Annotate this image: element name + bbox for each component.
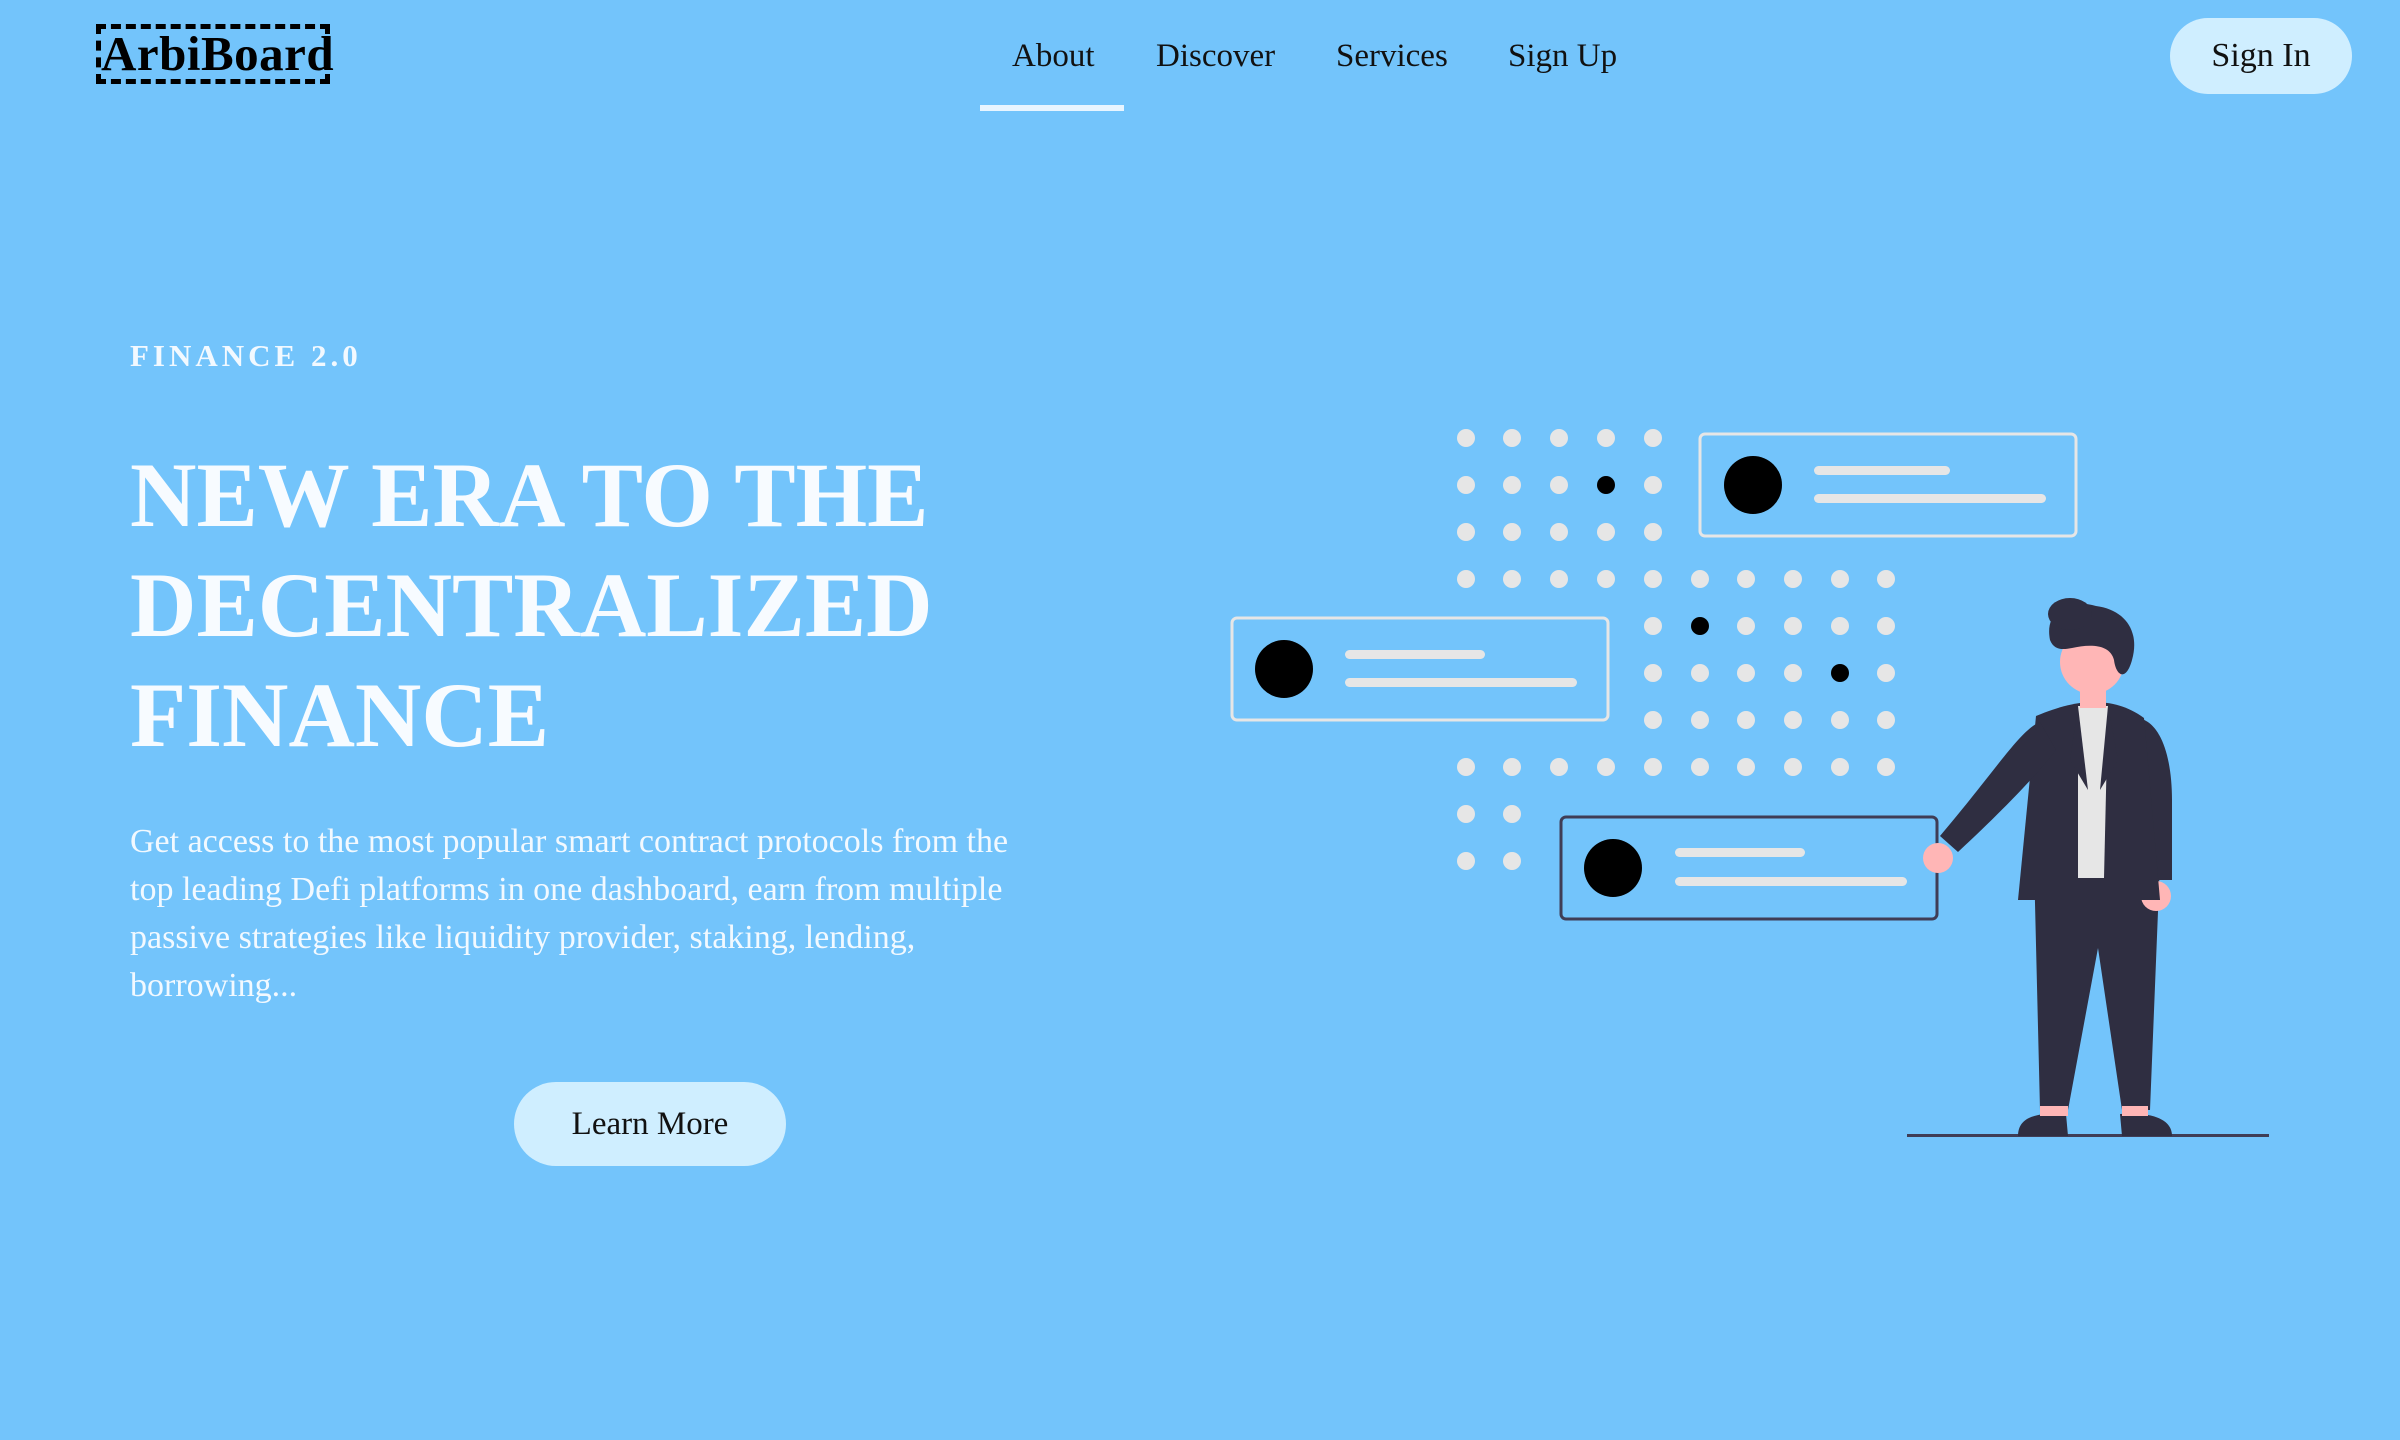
nav-item-about[interactable]: About bbox=[1012, 0, 1095, 112]
grid-dot bbox=[1644, 617, 1662, 635]
grid-dot bbox=[1457, 758, 1475, 776]
grid-dot bbox=[1503, 429, 1521, 447]
grid-dot bbox=[1457, 805, 1475, 823]
grid-dot bbox=[1597, 429, 1615, 447]
grid-dot bbox=[1457, 429, 1475, 447]
grid-dot bbox=[1784, 617, 1802, 635]
nav-item-services[interactable]: Services bbox=[1336, 0, 1448, 112]
grid-dot bbox=[1691, 664, 1709, 682]
grid-dot bbox=[1503, 476, 1521, 494]
brand-logo[interactable]: ArbiBoard bbox=[96, 24, 334, 84]
nav-active-indicator bbox=[980, 105, 1124, 111]
accent-dot bbox=[1831, 664, 1849, 682]
grid-dot bbox=[1457, 570, 1475, 588]
learn-more-button[interactable]: Learn More bbox=[514, 1082, 786, 1166]
grid-dot bbox=[1503, 570, 1521, 588]
grid-dot bbox=[1737, 711, 1755, 729]
grid-dot bbox=[1644, 664, 1662, 682]
grid-dot bbox=[1737, 617, 1755, 635]
grid-dot bbox=[1550, 758, 1568, 776]
grid-dot bbox=[1644, 711, 1662, 729]
grid-dot bbox=[1503, 852, 1521, 870]
nav-item-discover[interactable]: Discover bbox=[1156, 0, 1275, 112]
grid-dot bbox=[1457, 476, 1475, 494]
grid-dot bbox=[1737, 758, 1755, 776]
grid-dot bbox=[1784, 711, 1802, 729]
grid-dot bbox=[1691, 570, 1709, 588]
hero-eyebrow: FINANCE 2.0 bbox=[130, 338, 362, 373]
dashboard-card-top bbox=[1698, 432, 2078, 538]
grid-dot bbox=[1457, 852, 1475, 870]
grid-dot bbox=[1737, 664, 1755, 682]
grid-dot bbox=[1644, 523, 1662, 541]
grid-dot bbox=[1550, 570, 1568, 588]
dashboard-card-bottom bbox=[1559, 815, 1939, 921]
hero-headline: NEW ERA TO THE DECENTRALIZED FINANCE bbox=[130, 444, 933, 766]
grid-dot bbox=[1877, 617, 1895, 635]
grid-dot bbox=[1784, 664, 1802, 682]
hero-description: Get access to the most popular smart con… bbox=[130, 823, 1009, 1004]
accent-dot bbox=[1597, 476, 1615, 494]
grid-dot bbox=[1503, 805, 1521, 823]
grid-dot bbox=[1597, 570, 1615, 588]
nav-item-sign-up[interactable]: Sign Up bbox=[1508, 0, 1617, 112]
accent-dot bbox=[1691, 617, 1709, 635]
dashboard-card-middle bbox=[1230, 616, 1610, 722]
grid-dot bbox=[1644, 476, 1662, 494]
grid-dot bbox=[1877, 664, 1895, 682]
grid-dot bbox=[1597, 758, 1615, 776]
sign-in-button[interactable]: Sign In bbox=[2170, 18, 2352, 94]
grid-dot bbox=[1831, 711, 1849, 729]
grid-dot bbox=[1877, 758, 1895, 776]
grid-dot bbox=[1644, 758, 1662, 776]
grid-dot bbox=[1550, 429, 1568, 447]
grid-dot bbox=[1784, 570, 1802, 588]
grid-dot bbox=[1503, 758, 1521, 776]
grid-dot bbox=[1503, 523, 1521, 541]
grid-dot bbox=[1644, 429, 1662, 447]
dot-grid bbox=[1457, 429, 1895, 870]
grid-dot bbox=[1737, 570, 1755, 588]
grid-dot bbox=[1550, 476, 1568, 494]
grid-dot bbox=[1597, 523, 1615, 541]
grid-dot bbox=[1457, 523, 1475, 541]
grid-dot bbox=[1877, 711, 1895, 729]
grid-dot bbox=[1644, 570, 1662, 588]
grid-dot bbox=[1831, 758, 1849, 776]
grid-dot bbox=[1831, 570, 1849, 588]
grid-dot bbox=[1784, 758, 1802, 776]
grid-dot bbox=[1877, 570, 1895, 588]
person-figure bbox=[1907, 598, 2269, 1137]
grid-dot bbox=[1831, 617, 1849, 635]
grid-dot bbox=[1691, 758, 1709, 776]
grid-dot bbox=[1550, 523, 1568, 541]
grid-dot bbox=[1691, 711, 1709, 729]
